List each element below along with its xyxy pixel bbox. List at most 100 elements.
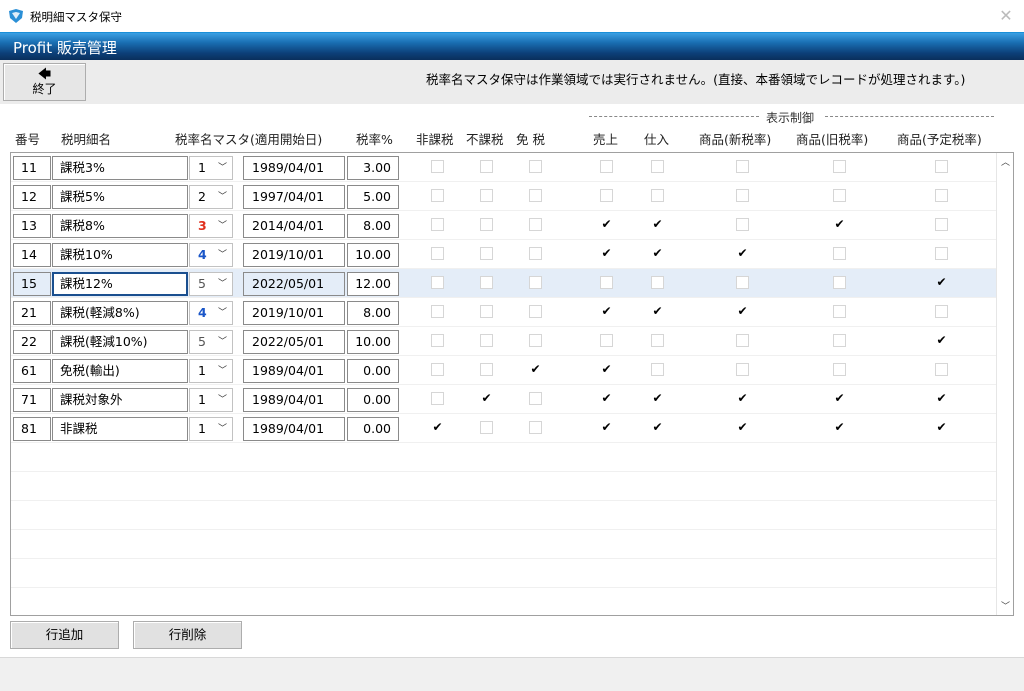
checkbox-sales[interactable]: ✔ (600, 247, 613, 260)
vertical-scrollbar[interactable]: ︿ ﹀ (996, 153, 1013, 615)
row-code[interactable]: 12 (13, 185, 51, 209)
checkbox-menzei[interactable] (529, 392, 542, 405)
tax-rate-field[interactable]: 0.00 (347, 359, 399, 383)
checkbox-menzei[interactable] (529, 247, 542, 260)
checkbox-menzei[interactable]: ✔ (529, 363, 542, 376)
table-row[interactable]: 61 免税(輸出) 1 ﹀ 1989/04/01 0.00 ✔ ✔ (11, 356, 996, 385)
checkbox-purchase[interactable]: ✔ (651, 218, 664, 231)
checkbox-hikazei[interactable] (431, 363, 444, 376)
checkbox-fukazei[interactable] (480, 247, 493, 260)
checkbox-item-new[interactable] (736, 276, 749, 289)
tax-rate-field[interactable]: 3.00 (347, 156, 399, 180)
tax-master-select[interactable]: 3 ﹀ (189, 214, 233, 238)
checkbox-hikazei[interactable] (431, 392, 444, 405)
checkbox-purchase[interactable] (651, 160, 664, 173)
checkbox-hikazei[interactable] (431, 334, 444, 347)
checkbox-item-old[interactable] (833, 247, 846, 260)
checkbox-sales[interactable] (600, 189, 613, 202)
start-date-field[interactable]: 2019/10/01 (243, 243, 345, 267)
start-date-field[interactable]: 1989/04/01 (243, 156, 345, 180)
checkbox-sales[interactable] (600, 334, 613, 347)
checkbox-item-old[interactable] (833, 160, 846, 173)
checkbox-purchase[interactable] (651, 276, 664, 289)
checkbox-hikazei[interactable] (431, 189, 444, 202)
start-date-field[interactable]: 2022/05/01 (243, 330, 345, 354)
row-code[interactable]: 14 (13, 243, 51, 267)
tax-rate-field[interactable]: 5.00 (347, 185, 399, 209)
checkbox-item-new[interactable]: ✔ (736, 392, 749, 405)
add-row-button[interactable]: 行追加 (10, 621, 119, 649)
checkbox-fukazei[interactable] (480, 189, 493, 202)
start-date-field[interactable]: 1989/04/01 (243, 388, 345, 412)
checkbox-item-new[interactable]: ✔ (736, 421, 749, 434)
checkbox-hikazei[interactable] (431, 218, 444, 231)
row-code[interactable]: 71 (13, 388, 51, 412)
tax-master-select[interactable]: 5 ﹀ (189, 272, 233, 296)
tax-rate-field[interactable]: 8.00 (347, 214, 399, 238)
row-name-input[interactable]: 課税10% (52, 243, 188, 267)
tax-rate-field[interactable]: 8.00 (347, 301, 399, 325)
row-name-input[interactable]: 課税12% (52, 272, 188, 296)
checkbox-fukazei[interactable] (480, 363, 493, 376)
checkbox-item-new[interactable] (736, 160, 749, 173)
table-row[interactable]: 21 課税(軽減8%) 4 ﹀ 2019/10/01 8.00 ✔ ✔ ✔ (11, 298, 996, 327)
table-row[interactable]: 11 課税3% 1 ﹀ 1989/04/01 3.00 (11, 153, 996, 182)
checkbox-purchase[interactable]: ✔ (651, 392, 664, 405)
checkbox-menzei[interactable] (529, 218, 542, 231)
checkbox-item-planned[interactable] (935, 218, 948, 231)
tax-rate-field[interactable]: 10.00 (347, 330, 399, 354)
tax-master-select[interactable]: 2 ﹀ (189, 185, 233, 209)
checkbox-item-new[interactable]: ✔ (736, 305, 749, 318)
checkbox-item-planned[interactable]: ✔ (935, 276, 948, 289)
checkbox-fukazei[interactable] (480, 218, 493, 231)
start-date-field[interactable]: 1989/04/01 (243, 417, 345, 441)
checkbox-menzei[interactable] (529, 305, 542, 318)
checkbox-sales[interactable]: ✔ (600, 421, 613, 434)
checkbox-item-new[interactable] (736, 218, 749, 231)
checkbox-sales[interactable] (600, 276, 613, 289)
tax-rate-field[interactable]: 10.00 (347, 243, 399, 267)
row-code[interactable]: 13 (13, 214, 51, 238)
table-row[interactable]: 12 課税5% 2 ﹀ 1997/04/01 5.00 (11, 182, 996, 211)
checkbox-purchase[interactable] (651, 189, 664, 202)
checkbox-purchase[interactable]: ✔ (651, 421, 664, 434)
checkbox-item-planned[interactable] (935, 247, 948, 260)
checkbox-item-old[interactable] (833, 305, 846, 318)
row-name-input[interactable]: 課税(軽減8%) (52, 301, 188, 325)
checkbox-item-old[interactable]: ✔ (833, 218, 846, 231)
checkbox-menzei[interactable] (529, 421, 542, 434)
table-row[interactable]: 71 課税対象外 1 ﹀ 1989/04/01 0.00 ✔ ✔ ✔ ✔ ✔ ✔ (11, 385, 996, 414)
start-date-field[interactable]: 2014/04/01 (243, 214, 345, 238)
delete-row-button[interactable]: 行削除 (133, 621, 242, 649)
table-row[interactable]: 81 非課税 1 ﹀ 1989/04/01 0.00 ✔ ✔ ✔ ✔ ✔ ✔ (11, 414, 996, 443)
table-row[interactable]: 13 課税8% 3 ﹀ 2014/04/01 8.00 ✔ ✔ ✔ (11, 211, 996, 240)
checkbox-item-old[interactable] (833, 189, 846, 202)
checkbox-item-new[interactable] (736, 363, 749, 376)
checkbox-hikazei[interactable] (431, 247, 444, 260)
checkbox-purchase[interactable]: ✔ (651, 305, 664, 318)
checkbox-item-old[interactable]: ✔ (833, 392, 846, 405)
checkbox-item-planned[interactable] (935, 189, 948, 202)
tax-master-select[interactable]: 4 ﹀ (189, 243, 233, 267)
row-name-input[interactable]: 課税対象外 (52, 388, 188, 412)
row-name-input[interactable]: 非課税 (52, 417, 188, 441)
row-code[interactable]: 61 (13, 359, 51, 383)
checkbox-menzei[interactable] (529, 189, 542, 202)
tax-rate-field[interactable]: 12.00 (347, 272, 399, 296)
table-row[interactable]: 14 課税10% 4 ﹀ 2019/10/01 10.00 ✔ ✔ ✔ (11, 240, 996, 269)
checkbox-menzei[interactable] (529, 160, 542, 173)
scroll-up-icon[interactable]: ︿ (997, 155, 1013, 169)
checkbox-sales[interactable]: ✔ (600, 218, 613, 231)
start-date-field[interactable]: 1997/04/01 (243, 185, 345, 209)
tax-detail-grid[interactable]: 11 課税3% 1 ﹀ 1989/04/01 3.00 12 課税5% 2 ﹀ 1997/04/01… (10, 152, 1014, 616)
checkbox-item-new[interactable] (736, 334, 749, 347)
checkbox-item-old[interactable] (833, 276, 846, 289)
checkbox-item-old[interactable] (833, 363, 846, 376)
checkbox-item-planned[interactable]: ✔ (935, 421, 948, 434)
row-name-input[interactable]: 課税8% (52, 214, 188, 238)
checkbox-purchase[interactable] (651, 334, 664, 347)
checkbox-sales[interactable]: ✔ (600, 392, 613, 405)
checkbox-item-new[interactable] (736, 189, 749, 202)
checkbox-item-planned[interactable]: ✔ (935, 334, 948, 347)
checkbox-item-planned[interactable] (935, 160, 948, 173)
